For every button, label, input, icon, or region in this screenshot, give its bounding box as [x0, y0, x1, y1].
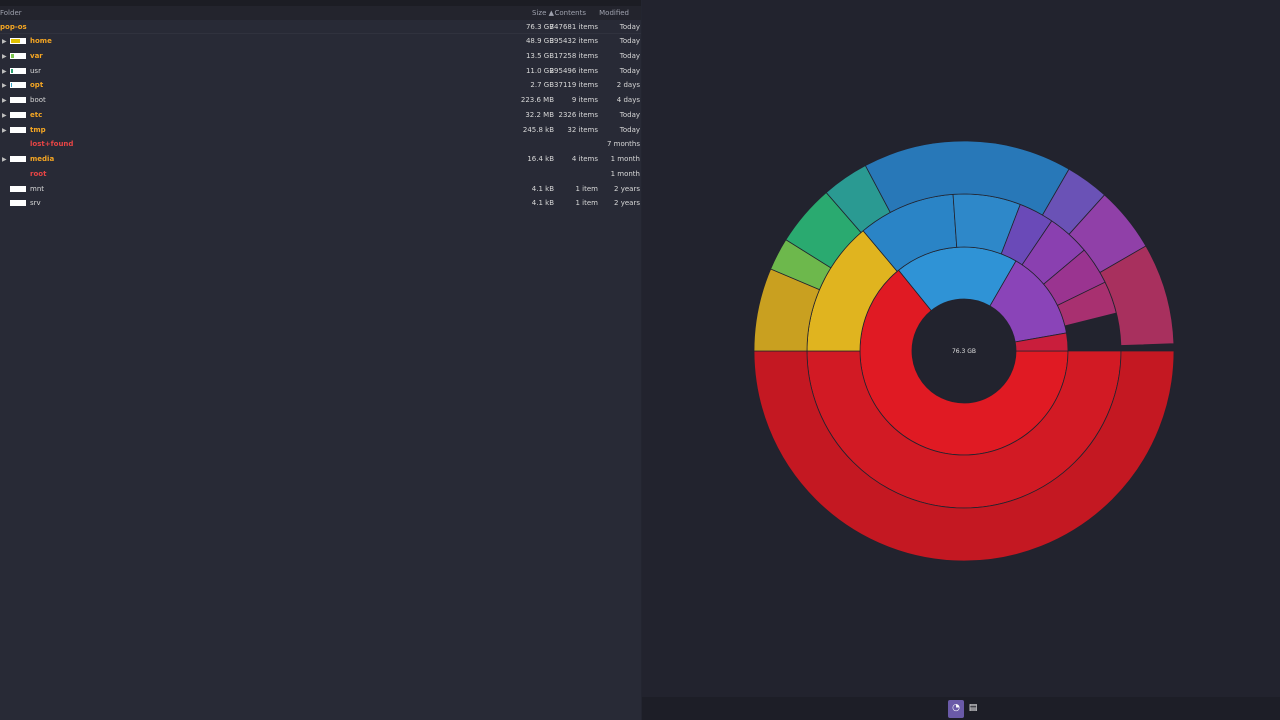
folder-contents: 395432 items [549, 37, 598, 45]
sunburst-chart[interactable]: 76.3 GB [642, 0, 1280, 697]
header-folder[interactable]: Folder [0, 9, 22, 17]
folder-name: tmp [30, 125, 46, 134]
expand-arrow-icon[interactable]: ▶ [2, 82, 7, 89]
folder-size: 245.8 kB [522, 125, 554, 134]
folder-contents: 1 item [575, 184, 599, 193]
folder-modified: 1 month [610, 169, 640, 178]
table-row[interactable]: mnt 4.1 kB 1 item 2 years [0, 182, 641, 196]
header-contents[interactable]: Contents [555, 9, 587, 17]
chart-view-button[interactable]: ◔ [948, 700, 964, 718]
usage-bar-fill [11, 83, 12, 88]
usage-bar [10, 82, 26, 89]
usage-bar-fill [11, 68, 13, 73]
list-view-button[interactable]: ▤ [965, 700, 981, 718]
folder-size: 4.1 kB [531, 184, 554, 193]
folder-list-panel: Folder Size ▲ Contents Modified pop-os 76… [0, 0, 641, 720]
usage-bar-fill [11, 53, 14, 58]
folder-name: var [30, 51, 43, 60]
folder-name: usr [30, 66, 41, 75]
folder-modified: 2 years [614, 184, 640, 193]
table-row[interactable]: srv 4.1 kB 1 item 2 years [0, 196, 641, 210]
usage-bar [10, 126, 26, 133]
folder-name: media [30, 155, 55, 163]
expand-arrow-icon[interactable]: ▶ [2, 38, 7, 45]
folder-modified: Today [619, 37, 640, 45]
folder-contents: 32 items [567, 125, 598, 134]
folder-contents: 37119 items [554, 81, 598, 90]
folder-contents: 9 items [571, 96, 598, 104]
folder-modified: Today [619, 125, 640, 134]
table-row[interactable]: ▶ opt 2.7 GB 37119 items 2 days [0, 78, 641, 92]
folder-size: 4.1 kB [531, 199, 554, 208]
folder-contents: 17258 items [554, 51, 598, 60]
usage-bar [10, 97, 26, 103]
center-size-label: 76.3 GB [952, 348, 976, 355]
expand-arrow-icon[interactable]: ▶ [2, 112, 7, 119]
folder-modified: 2 days [616, 81, 640, 90]
table-row[interactable]: ▶ boot 223.6 MB 9 items 4 days [0, 93, 641, 107]
root-row[interactable]: pop-os 76.3 GB 747681 items Today [0, 20, 641, 34]
table-row[interactable]: root 1 month [0, 167, 641, 181]
folder-contents: 295496 items [549, 66, 598, 75]
usage-bar-fill [11, 39, 20, 43]
folder-size: 223.6 MB [520, 96, 554, 104]
folder-modified: Today [619, 51, 640, 60]
usage-bar [10, 111, 26, 118]
usage-bar [10, 185, 26, 192]
usage-bar [10, 52, 26, 59]
table-row[interactable]: ▶ tmp 245.8 kB 32 items Today [0, 123, 641, 137]
header-modified[interactable]: Modified [599, 9, 629, 17]
folder-modified: 1 month [610, 155, 640, 163]
folder-contents: 747681 items [549, 23, 598, 31]
folder-size: 13.5 GB [525, 51, 554, 60]
usage-bar [10, 67, 26, 74]
expand-arrow-icon[interactable]: ▶ [2, 53, 7, 60]
pie-chart-icon: ◔ [952, 703, 960, 713]
usage-bar [10, 156, 26, 162]
table-row[interactable]: lost+found 7 months [0, 137, 641, 151]
folder-contents: 1 item [575, 199, 599, 208]
table-row[interactable]: ▶ media 16.4 kB 4 items 1 month [0, 152, 641, 166]
folder-contents: 4 items [571, 155, 598, 163]
expand-arrow-icon[interactable]: ▶ [2, 156, 7, 163]
list-view-icon: ▤ [968, 703, 978, 713]
folder-size: 32.2 MB [525, 110, 554, 119]
folder-modified: Today [619, 110, 640, 119]
folder-name: mnt [30, 184, 44, 193]
expand-arrow-icon[interactable]: ▶ [2, 127, 7, 134]
column-header: Folder Size ▲ Contents Modified [0, 6, 641, 20]
table-row[interactable]: ▶ var 13.5 GB 17258 items Today [0, 49, 641, 63]
usage-bar [10, 200, 26, 207]
folder-name: srv [30, 199, 41, 208]
folder-name: opt [30, 81, 44, 90]
usage-bar [10, 38, 26, 44]
folder-name: root [30, 169, 47, 178]
folder-name: home [30, 37, 52, 45]
folder-name: etc [30, 110, 43, 119]
folder-name: pop-os [0, 23, 27, 31]
folder-modified: 2 years [614, 199, 640, 208]
header-size[interactable]: Size ▲ [532, 9, 554, 17]
folder-modified: Today [619, 23, 640, 31]
table-row[interactable]: ▶ home 48.9 GB 395432 items Today [0, 34, 641, 48]
expand-arrow-icon[interactable]: ▶ [2, 97, 7, 104]
folder-size: 2.7 GB [530, 81, 554, 90]
folder-name: boot [30, 96, 46, 104]
folder-size: 16.4 kB [527, 155, 554, 163]
folder-modified: 7 months [606, 140, 640, 149]
table-row[interactable]: ▶ usr 11.0 GB 295496 items Today [0, 64, 641, 78]
expand-arrow-icon[interactable]: ▶ [2, 68, 7, 75]
folder-modified: Today [619, 66, 640, 75]
table-row[interactable]: ▶ etc 32.2 MB 2326 items Today [0, 108, 641, 122]
folder-contents: 2326 items [558, 110, 598, 119]
folder-name: lost+found [30, 140, 74, 149]
folder-modified: 4 days [616, 96, 640, 104]
